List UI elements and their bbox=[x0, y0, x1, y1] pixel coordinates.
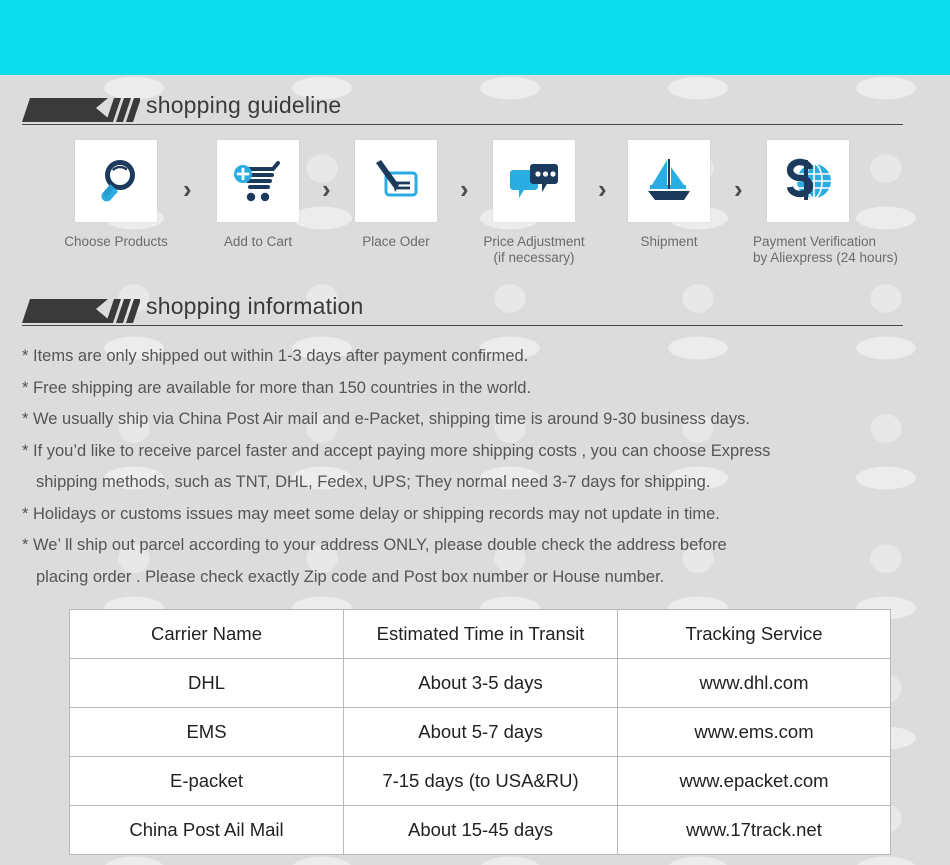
shopping-cart-plus-icon bbox=[234, 161, 280, 202]
step-icon-box bbox=[75, 140, 157, 222]
table-cell-carrier: DHL bbox=[69, 658, 344, 708]
dollar-globe-icon bbox=[786, 158, 831, 200]
info-line: * If you’d like to receive parcel faster… bbox=[22, 441, 771, 460]
step-label-line1: Add to Cart bbox=[223, 234, 293, 249]
table-row: China Post Ail Mail About 15-45 days www… bbox=[69, 805, 891, 855]
step-label-line2: by Aliexpress (24 hours) bbox=[753, 250, 898, 265]
section-title-information: shopping information bbox=[146, 293, 364, 319]
info-line: shipping methods, such as TNT, DHL, Fede… bbox=[36, 473, 711, 491]
step-arrow-1-icon: › bbox=[183, 174, 192, 204]
shipping-info-list: * Items are only shipped out within 1-3 … bbox=[22, 341, 932, 593]
table-header-cell: Tracking Service bbox=[617, 609, 891, 659]
section-heading-information: shopping information bbox=[0, 293, 950, 337]
table-row: EMS About 5-7 days www.ems.com bbox=[69, 707, 891, 757]
step-label-line1: Place Oder bbox=[362, 234, 430, 249]
step-label-line1: Payment Verification bbox=[753, 234, 877, 249]
table-cell-tracking[interactable]: www.dhl.com bbox=[617, 658, 891, 708]
step-arrow-4-icon: › bbox=[598, 174, 607, 204]
step-add-to-cart[interactable]: Add to Cart bbox=[203, 140, 313, 250]
step-arrow-5-icon: › bbox=[734, 174, 743, 204]
table-cell-tracking[interactable]: www.ems.com bbox=[617, 707, 891, 757]
info-line: * Holidays or customs issues may meet so… bbox=[22, 504, 720, 523]
step-icon-box bbox=[628, 140, 710, 222]
step-arrow-3-icon: › bbox=[460, 174, 469, 204]
info-line: * We’ ll ship out parcel according to yo… bbox=[22, 536, 727, 554]
table-cell-transit: About 15-45 days bbox=[343, 805, 618, 855]
magnifier-icon bbox=[101, 160, 135, 202]
step-label-line2: (if necessary) bbox=[493, 250, 575, 265]
table-cell-transit: About 5-7 days bbox=[343, 707, 618, 757]
table-row: E-packet 7-15 days (to USA&RU) www.epack… bbox=[69, 756, 891, 806]
table-cell-carrier: E-packet bbox=[69, 756, 344, 806]
heading-rule bbox=[22, 124, 903, 125]
step-label-line1: Price Adjustment bbox=[483, 234, 585, 249]
shipping-info-page: shopping guideline Choose Products › Add… bbox=[0, 0, 950, 865]
step-payment-verification[interactable]: Payment Verification by Aliexpress (24 h… bbox=[753, 140, 898, 266]
heading-flag-icon bbox=[22, 299, 141, 327]
step-label-line1: Shipment bbox=[640, 234, 698, 249]
table-header-cell: Estimated Time in Transit bbox=[343, 609, 618, 659]
table-row: DHL About 3-5 days www.dhl.com bbox=[69, 658, 891, 708]
heading-rule bbox=[22, 325, 903, 326]
step-label: Place Oder bbox=[341, 234, 451, 250]
step-label: Price Adjustment (if necessary) bbox=[479, 234, 589, 266]
table-cell-tracking[interactable]: www.epacket.com bbox=[617, 756, 891, 806]
step-shipment[interactable]: Shipment bbox=[614, 140, 724, 250]
carrier-table: Carrier Name Estimated Time in Transit T… bbox=[69, 609, 891, 855]
step-label: Payment Verification by Aliexpress (24 h… bbox=[753, 234, 898, 266]
step-label: Choose Products bbox=[61, 234, 171, 250]
table-header-cell: Carrier Name bbox=[69, 609, 344, 659]
pen-check-icon bbox=[376, 160, 418, 197]
step-label-line1: Choose Products bbox=[64, 234, 168, 249]
step-icon-box bbox=[217, 140, 299, 222]
step-label: Add to Cart bbox=[203, 234, 313, 250]
step-choose-products[interactable]: Choose Products bbox=[61, 140, 171, 250]
step-icon-box bbox=[767, 140, 849, 222]
info-line: * We usually ship via China Post Air mai… bbox=[22, 410, 750, 428]
chat-bubbles-icon bbox=[510, 164, 558, 198]
table-cell-transit: About 3-5 days bbox=[343, 658, 618, 708]
step-price-adjustment[interactable]: Price Adjustment (if necessary) bbox=[479, 140, 589, 266]
table-cell-carrier: EMS bbox=[69, 707, 344, 757]
step-icon-box bbox=[493, 140, 575, 222]
table-cell-transit: 7-15 days (to USA&RU) bbox=[343, 756, 618, 806]
step-arrow-2-icon: › bbox=[322, 174, 331, 204]
section-heading-guideline: shopping guideline bbox=[0, 92, 950, 136]
step-place-order[interactable]: Place Oder bbox=[341, 140, 451, 250]
info-line: * Items are only shipped out within 1-3 … bbox=[22, 347, 529, 365]
heading-flag-icon bbox=[22, 98, 141, 126]
sailboat-icon bbox=[648, 159, 690, 200]
table-cell-tracking[interactable]: www.17track.net bbox=[617, 805, 891, 855]
info-line: * Free shipping are available for more t… bbox=[22, 378, 532, 397]
cyan-banner bbox=[0, 0, 950, 75]
process-steps: Choose Products › Add to Cart › Place Od… bbox=[0, 140, 950, 275]
section-title-guideline: shopping guideline bbox=[146, 92, 342, 118]
table-header-row: Carrier Name Estimated Time in Transit T… bbox=[69, 609, 891, 659]
step-label: Shipment bbox=[614, 234, 724, 250]
table-cell-carrier: China Post Ail Mail bbox=[69, 805, 344, 855]
info-line: placing order . Please check exactly Zip… bbox=[36, 567, 665, 586]
step-icon-box bbox=[355, 140, 437, 222]
